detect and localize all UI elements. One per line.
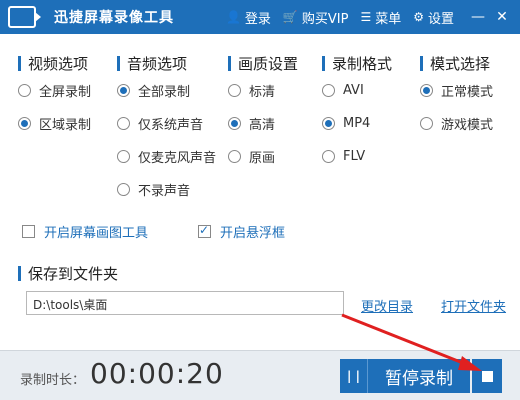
mode-section: 模式选择 正常模式 游戏模式 [420, 52, 493, 140]
radio-icon [420, 117, 433, 130]
bottom-bar: 录制时长： 00:00:20 | | 暂停录制 [0, 350, 520, 400]
float-window-label: 开启悬浮框 [220, 226, 286, 241]
app-logo-icon [8, 6, 41, 28]
cart-icon: 🛒 [282, 10, 298, 24]
radio-selected-icon [420, 84, 433, 97]
audio-option-mic[interactable]: 仅麦克风声音 [117, 140, 216, 173]
radio-icon [117, 117, 130, 130]
pause-icon: | | [340, 359, 368, 393]
title-bar: 迅捷屏幕录像工具 👤 登录 🛒 购买VIP ☰ 菜单 ⚙ 设置 — ✕ [0, 0, 520, 34]
settings-button[interactable]: ⚙ 设置 [413, 8, 454, 27]
video-options-section: 视频选项 全屏录制 区域录制 [18, 52, 91, 140]
checkbox-icon [22, 225, 35, 238]
quality-title: 画质设置 [238, 54, 299, 73]
radio-icon [228, 84, 241, 97]
radio-selected-icon [117, 84, 130, 97]
radio-icon [117, 150, 130, 163]
buy-vip-button[interactable]: 🛒 购买VIP [283, 8, 349, 27]
duration-label: 录制时长： [20, 373, 86, 388]
audio-option-system[interactable]: 仅系统声音 [117, 107, 216, 140]
change-dir-link[interactable]: 更改目录 [361, 296, 413, 315]
login-button[interactable]: 👤 登录 [226, 8, 271, 27]
login-label: 登录 [244, 11, 271, 27]
save-folder-header: 保存到文件夹 [18, 262, 118, 284]
video-option-region[interactable]: 区域录制 [18, 107, 91, 140]
radio-selected-icon [322, 117, 335, 130]
stop-recording-button[interactable] [472, 359, 502, 393]
quality-option-original[interactable]: 原画 [228, 140, 298, 173]
top-actions: 👤 登录 🛒 购买VIP ☰ 菜单 ⚙ 设置 — ✕ [226, 0, 520, 34]
gear-icon: ⚙ [413, 10, 424, 24]
pause-recording-button[interactable]: | | 暂停录制 [340, 359, 470, 393]
format-option-avi[interactable]: AVI [322, 74, 392, 107]
mode-option-game[interactable]: 游戏模式 [420, 107, 493, 140]
checkbox-checked-icon [198, 223, 212, 238]
menu-label: 菜单 [375, 11, 402, 27]
radio-icon [322, 84, 335, 97]
radio-selected-icon [18, 117, 31, 130]
format-option-flv[interactable]: FLV [322, 140, 392, 173]
minimize-button[interactable]: — [466, 0, 490, 34]
format-section: 录制格式 AVI MP4 FLV [322, 52, 392, 173]
quality-option-sd[interactable]: 标清 [228, 74, 298, 107]
recording-timer: 00:00:20 [90, 357, 224, 390]
audio-options-section: 音频选项 全部录制 仅系统声音 仅麦克风声音 不录声音 [117, 52, 216, 206]
audio-option-none[interactable]: 不录声音 [117, 173, 216, 206]
options-checkboxes: 开启屏幕画图工具 开启悬浮框 [22, 222, 335, 241]
save-folder-title: 保存到文件夹 [28, 264, 119, 283]
audio-option-all[interactable]: 全部录制 [117, 74, 216, 107]
user-icon: 👤 [225, 10, 241, 24]
mode-title: 模式选择 [430, 54, 491, 73]
video-option-fullscreen[interactable]: 全屏录制 [18, 74, 91, 107]
stop-icon [481, 370, 493, 382]
video-options-title: 视频选项 [28, 54, 89, 73]
settings-label: 设置 [427, 11, 454, 27]
pause-recording-label: 暂停录制 [385, 368, 453, 389]
close-button[interactable]: ✕ [490, 0, 514, 34]
menu-button[interactable]: ☰ 菜单 [360, 8, 401, 27]
radio-icon [18, 84, 31, 97]
buy-vip-label: 购买VIP [301, 11, 349, 27]
app-title: 迅捷屏幕录像工具 [54, 10, 174, 26]
save-path-field[interactable]: D:\tools\桌面 [26, 291, 344, 315]
format-option-mp4[interactable]: MP4 [322, 107, 392, 140]
quality-section: 画质设置 标清 高清 原画 [228, 52, 298, 173]
open-folder-link[interactable]: 打开文件夹 [441, 296, 506, 315]
drawing-tool-checkbox[interactable]: 开启屏幕画图工具 [22, 222, 148, 241]
radio-icon [117, 183, 130, 196]
list-icon: ☰ [360, 10, 372, 24]
float-window-checkbox[interactable]: 开启悬浮框 [198, 222, 285, 241]
radio-selected-icon [228, 117, 241, 130]
radio-icon [322, 150, 335, 163]
format-title: 录制格式 [332, 54, 393, 73]
audio-options-title: 音频选项 [127, 54, 188, 73]
mode-option-normal[interactable]: 正常模式 [420, 74, 493, 107]
drawing-tool-label: 开启屏幕画图工具 [44, 226, 149, 241]
quality-option-hd[interactable]: 高清 [228, 107, 298, 140]
radio-icon [228, 150, 241, 163]
